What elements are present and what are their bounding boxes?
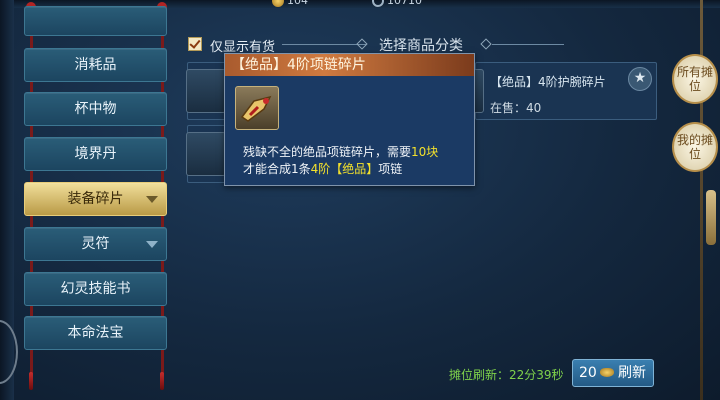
right-tassel [706, 190, 716, 245]
sidebar-item-equipment-fragments[interactable]: 装备碎片 [24, 182, 167, 216]
sidebar-item-label: 灵符 [81, 236, 110, 252]
stamina-value: 10710 [387, 0, 422, 7]
coin-icon [272, 0, 284, 7]
item-slot [186, 69, 226, 113]
sidebar-item-drinks[interactable]: 杯中物 [24, 92, 167, 126]
diamond-ornament-right [480, 38, 492, 50]
sidebar-item-talismans[interactable]: 灵符 [24, 227, 167, 261]
item-card[interactable]: 【绝品】4阶护腕碎片 在售：40 ★ [470, 62, 657, 120]
divider-left [282, 44, 366, 45]
item-stock: 在售：40 [490, 101, 542, 115]
diamond-ornament-left [356, 38, 368, 50]
item-card[interactable] [186, 62, 227, 120]
item-name: 【绝品】4阶护腕碎片 [490, 75, 606, 89]
sidebar-item-partial[interactable] [24, 6, 167, 36]
sidebar-item-label: 杯中物 [74, 101, 117, 117]
item-card[interactable] [186, 125, 227, 183]
sidebar-item-label: 幻灵技能书 [60, 281, 131, 297]
tab-label: 我的摊位 [676, 133, 713, 161]
refresh-button-label: 刷新 [618, 365, 646, 381]
sidebar-item-natal-treasure[interactable]: 本命法宝 [24, 316, 167, 350]
left-edge-frame [0, 0, 18, 400]
sidebar-item-label: 境界丹 [74, 146, 117, 162]
sidebar-item-skill-books[interactable]: 幻灵技能书 [24, 272, 167, 306]
tooltip-description-line2: 才能合成1条4阶【绝品】项链 [243, 160, 402, 177]
item-slot [186, 132, 226, 176]
tooltip-description-line1: 残缺不全的绝品项链碎片，需要10块 [243, 143, 438, 160]
star-icon[interactable]: ★ [628, 67, 652, 91]
tassel-left [29, 372, 33, 390]
in-stock-checkbox[interactable] [188, 37, 202, 51]
tooltip-title: 【绝品】4阶项链碎片 [225, 54, 474, 76]
sidebar-item-consumables[interactable]: 消耗品 [24, 48, 167, 82]
gold-ingot-icon [600, 368, 614, 377]
tooltip-text: 残缺不全的绝品项链碎片，需要 [243, 145, 412, 159]
item-tooltip: 【绝品】4阶项链碎片 残缺不全的绝品项链碎片，需要10块 才能合成1条4阶【绝品… [224, 53, 475, 186]
refresh-timer: 摊位刷新：22分39秒 [449, 368, 564, 382]
tassel-right [160, 372, 164, 390]
chevron-down-icon [146, 196, 158, 203]
stamina-counter: 10710 [372, 0, 422, 7]
tooltip-text: 项链 [378, 162, 403, 176]
select-category-label[interactable]: 选择商品分类 [379, 35, 463, 55]
tab-all-stalls[interactable]: 所有摊位 [672, 54, 718, 104]
tab-my-stall[interactable]: 我的摊位 [672, 122, 718, 172]
refresh-cost: 20 [579, 365, 597, 381]
tooltip-highlight: 10块 [411, 145, 439, 159]
tab-label: 所有摊位 [676, 65, 713, 93]
sidebar-item-label: 本命法宝 [67, 325, 124, 341]
divider-right [492, 44, 564, 45]
necklace-fragment-icon [235, 86, 279, 130]
coin-value: 104 [287, 0, 308, 7]
sidebar-item-label: 装备碎片 [67, 191, 124, 207]
sidebar-item-label: 消耗品 [74, 57, 117, 73]
tooltip-highlight: 4阶【绝品】 [310, 162, 379, 176]
ring-icon [372, 0, 384, 7]
chevron-down-icon [146, 241, 158, 248]
tooltip-text: 才能合成1条 [243, 162, 311, 176]
moon-ornament [0, 320, 18, 384]
sidebar-item-realm-pills[interactable]: 境界丹 [24, 137, 167, 171]
coin-counter: 104 [272, 0, 308, 7]
refresh-button[interactable]: 20 刷新 [572, 359, 654, 387]
